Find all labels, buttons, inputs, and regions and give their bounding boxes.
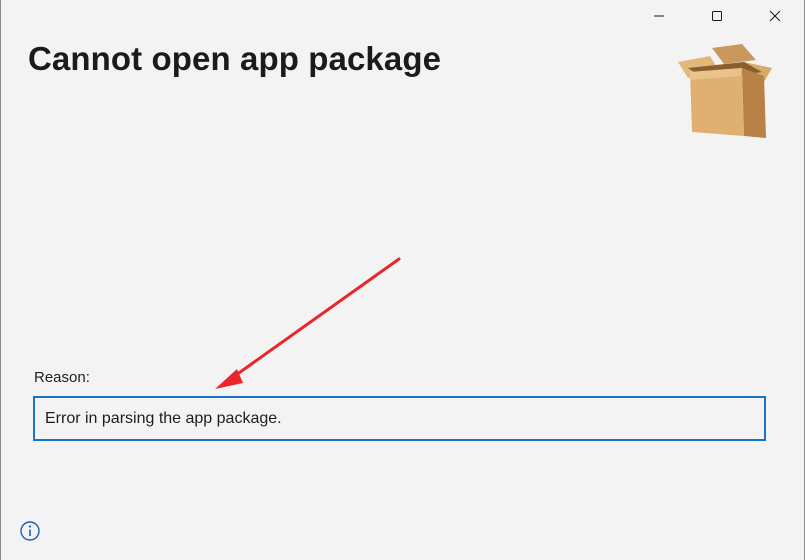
reason-field[interactable]: Error in parsing the app package. <box>33 396 766 441</box>
maximize-button[interactable] <box>688 0 746 32</box>
close-button[interactable] <box>746 0 804 32</box>
reason-label: Reason: <box>34 369 90 386</box>
maximize-icon <box>712 11 722 21</box>
close-icon <box>769 10 781 22</box>
page-title: Cannot open app package <box>28 40 442 77</box>
minimize-button[interactable] <box>630 0 688 32</box>
reason-text: Error in parsing the app package. <box>45 409 282 427</box>
info-icon[interactable] <box>19 520 41 542</box>
window-controls <box>630 0 804 32</box>
package-box-icon <box>678 44 772 138</box>
app-installer-window: Cannot open app package Reason: Error in… <box>0 0 805 560</box>
minimize-icon <box>654 15 664 17</box>
